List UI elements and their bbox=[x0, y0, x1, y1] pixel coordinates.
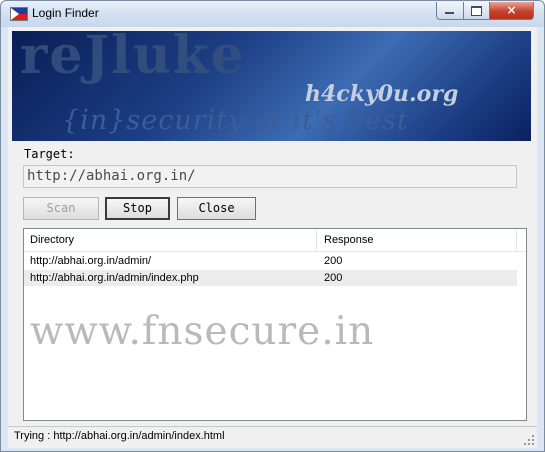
response-cell: 200 bbox=[324, 255, 343, 267]
target-label: Target: bbox=[24, 147, 75, 161]
table-row[interactable]: http://abhai.org.in/admin/index.php 200 bbox=[24, 270, 517, 286]
minimize-icon bbox=[445, 12, 454, 14]
results-header: Directory Response bbox=[24, 229, 526, 252]
column-header-directory[interactable]: Directory bbox=[24, 229, 317, 251]
banner-site-text: h4cky0u.org bbox=[305, 81, 459, 107]
directory-cell: http://abhai.org.in/admin/index.php bbox=[30, 272, 199, 284]
close-button[interactable]: Close bbox=[177, 197, 256, 220]
login-finder-window: Login Finder × reJluke h4cky0u.org {in}s… bbox=[0, 0, 545, 452]
close-icon: × bbox=[506, 3, 517, 17]
directory-cell: http://abhai.org.in/admin/ bbox=[30, 255, 152, 267]
philippines-flag-icon bbox=[10, 7, 28, 21]
banner-image: reJluke h4cky0u.org {in}security at it's… bbox=[12, 31, 531, 141]
banner-logo-text: reJluke bbox=[20, 31, 246, 86]
response-cell: 200 bbox=[324, 272, 343, 284]
maximize-button[interactable] bbox=[463, 2, 490, 20]
table-row[interactable]: http://abhai.org.in/admin/ 200 bbox=[24, 253, 517, 269]
resize-grip-icon[interactable] bbox=[524, 435, 534, 445]
target-url-input[interactable]: http://abhai.org.in/ bbox=[23, 165, 517, 188]
minimize-button[interactable] bbox=[436, 2, 464, 20]
scan-button: Scan bbox=[23, 197, 99, 220]
title-bar[interactable]: Login Finder × bbox=[1, 1, 544, 27]
maximize-icon bbox=[471, 6, 482, 16]
status-bar: Trying : http://abhai.org.in/admin/index… bbox=[8, 426, 537, 448]
column-header-response[interactable]: Response bbox=[318, 229, 517, 251]
close-window-button[interactable]: × bbox=[489, 2, 534, 20]
status-text: Trying : http://abhai.org.in/admin/index… bbox=[14, 430, 225, 442]
banner-tagline: {in}security at it's best bbox=[62, 105, 409, 136]
watermark-text: www.fnsecure.in bbox=[30, 309, 375, 354]
stop-button[interactable]: Stop bbox=[105, 197, 170, 220]
window-title: Login Finder bbox=[32, 6, 99, 20]
client-area: reJluke h4cky0u.org {in}security at it's… bbox=[8, 27, 537, 448]
